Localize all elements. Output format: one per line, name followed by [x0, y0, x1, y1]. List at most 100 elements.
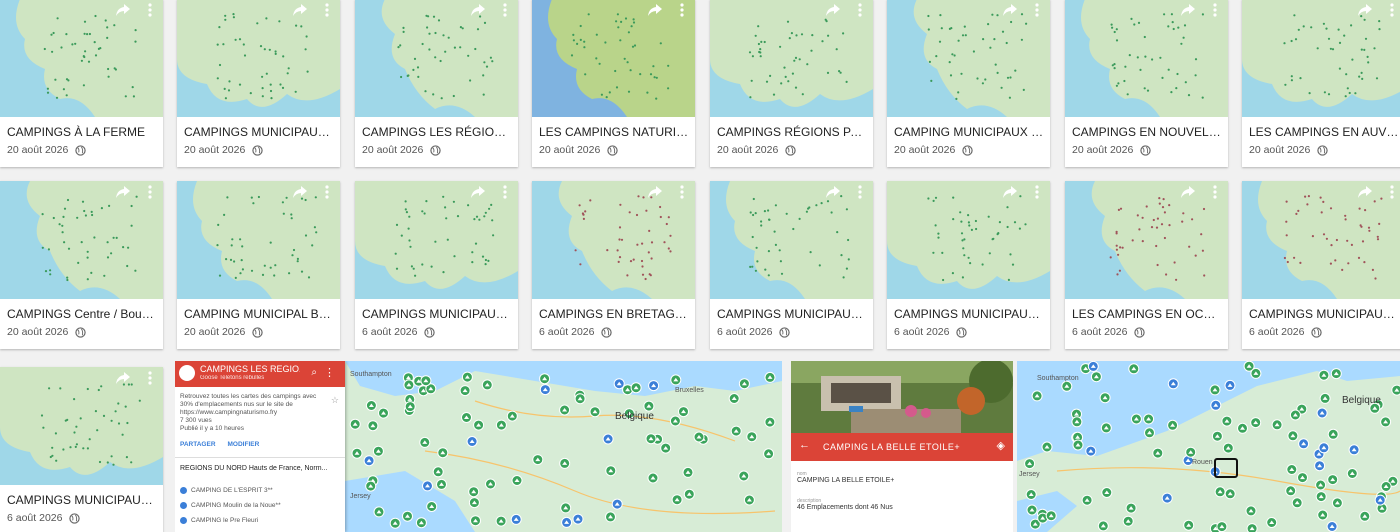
more-options-icon[interactable] — [1212, 184, 1218, 200]
map-thumbnail[interactable] — [0, 367, 163, 485]
more-options-icon[interactable] — [502, 184, 508, 200]
list-item[interactable]: CAMPING DE L'ESPRIT 3** — [180, 483, 281, 498]
map-thumbnail[interactable] — [1065, 181, 1228, 299]
share-icon[interactable] — [292, 3, 308, 17]
map-card[interactable]: CAMPINGS À LA FERME 20 août 2026 — [0, 0, 163, 167]
share-icon[interactable] — [647, 3, 663, 17]
map-thumbnail[interactable] — [177, 0, 340, 117]
map-thumbnail[interactable] — [532, 0, 695, 117]
directions-icon[interactable]: ◈ — [997, 439, 1005, 452]
map-thumbnail[interactable] — [0, 181, 163, 299]
more-options-icon[interactable] — [324, 184, 330, 200]
map-title[interactable]: LES CAMPINGS NATURIST... — [539, 125, 689, 139]
share-icon[interactable] — [115, 3, 131, 17]
map-thumbnail[interactable] — [1242, 181, 1400, 299]
map-thumbnail[interactable] — [1065, 0, 1228, 117]
map-card[interactable]: LES CAMPINGS NATURIST... 20 août 2026 — [532, 0, 695, 167]
more-options-icon[interactable] — [147, 184, 153, 200]
share-icon[interactable] — [115, 185, 131, 199]
regional-map-screenshot[interactable]: Southampton Belgique Jersey Rouen — [1017, 361, 1400, 532]
map-card[interactable]: CAMPINGS MUNICIPAUX A... 6 août 2026 — [887, 181, 1050, 349]
list-item[interactable]: CAMPING Moulin de la Noue** — [180, 498, 281, 513]
share-icon[interactable] — [115, 371, 131, 385]
map-title[interactable]: CAMPINGS MUNICIPAUX P... — [7, 493, 157, 507]
layer-section-title[interactable]: REGIONS DU NORD Hauts de France, Norm... — [180, 465, 340, 472]
share-icon[interactable] — [292, 185, 308, 199]
more-options-icon[interactable] — [857, 184, 863, 200]
map-title[interactable]: CAMPINGS EN NOUVELLE- ... — [1072, 125, 1222, 139]
map-marker — [987, 23, 990, 26]
map-thumbnail[interactable] — [710, 181, 873, 299]
map-thumbnail[interactable] — [355, 0, 518, 117]
map-thumbnail[interactable] — [177, 181, 340, 299]
map-thumbnail[interactable] — [532, 181, 695, 299]
map-title[interactable]: CAMPINGS MUNICIPAUX C... — [717, 307, 867, 321]
more-options-icon[interactable] — [679, 2, 685, 18]
more-options-icon[interactable] — [857, 2, 863, 18]
more-options-icon[interactable] — [679, 184, 685, 200]
more-options-icon[interactable] — [147, 370, 153, 386]
more-icon[interactable]: ⋮ — [324, 366, 335, 379]
share-icon[interactable] — [1002, 3, 1018, 17]
map-thumbnail[interactable] — [355, 181, 518, 299]
map-card[interactable]: CAMPINGS EN BRETAGNE ... 6 août 2026 — [532, 181, 695, 349]
share-icon[interactable] — [1002, 185, 1018, 199]
map-title[interactable]: LES CAMPINGS EN OCCITA... — [1072, 307, 1222, 321]
map-title[interactable]: CAMPING MUNICIPAL BRE... — [184, 307, 334, 321]
map-card[interactable]: CAMPING MUNICIPAUX OC... 20 août 2026 — [887, 0, 1050, 167]
map-card[interactable]: CAMPINGS EN NOUVELLE- ... 20 août 2026 — [1065, 0, 1228, 167]
share-icon[interactable] — [647, 185, 663, 199]
map-card[interactable]: CAMPINGS Centre / Bourgo... 20 août 2026 — [0, 181, 163, 349]
place-detail-screenshot[interactable]: ← CAMPING LA BELLE ETOILE+ ◈ nom CAMPING… — [791, 361, 1013, 532]
share-icon[interactable] — [1180, 3, 1196, 17]
more-options-icon[interactable] — [502, 2, 508, 18]
share-button[interactable]: PARTAGER — [180, 441, 216, 448]
map-title[interactable]: CAMPINGS MUNICIPAUX N... — [1249, 307, 1399, 321]
more-options-icon[interactable] — [1212, 2, 1218, 18]
map-card[interactable]: CAMPINGS MUNICIPAUX E... 6 août 2026 — [355, 181, 518, 349]
more-options-icon[interactable] — [324, 2, 330, 18]
star-icon[interactable]: ☆ — [331, 395, 339, 406]
map-title[interactable]: CAMPINGS RÉGIONS PACA... — [717, 125, 867, 139]
share-icon[interactable] — [825, 185, 841, 199]
map-thumbnail[interactable] — [1242, 0, 1400, 117]
map-card[interactable]: CAMPING MUNICIPAL BRE... 20 août 2026 — [177, 181, 340, 349]
list-item[interactable]: CAMPING le Pre Fleuri — [180, 513, 281, 528]
map-card[interactable]: CAMPINGS MUNICIPAUX N... 6 août 2026 — [1242, 181, 1400, 349]
phone-map-screenshot[interactable]: CAMPINGS LES REGIO... Goose Teletons reb… — [175, 361, 782, 532]
more-options-icon[interactable] — [1034, 2, 1040, 18]
map-title[interactable]: LES CAMPINGS EN AUVER... — [1249, 125, 1399, 139]
map-thumbnail[interactable] — [0, 0, 163, 117]
map-title[interactable]: CAMPING MUNICIPAUX OC... — [894, 125, 1044, 139]
more-options-icon[interactable] — [1389, 2, 1395, 18]
map-card[interactable]: LES CAMPINGS EN OCCITA... 6 août 2026 — [1065, 181, 1228, 349]
share-icon[interactable] — [1180, 185, 1196, 199]
more-options-icon[interactable] — [147, 2, 153, 18]
map-title[interactable]: CAMPINGS Centre / Bourgo... — [7, 307, 157, 321]
more-options-icon[interactable] — [1389, 184, 1395, 200]
back-arrow-icon[interactable]: ← — [799, 439, 810, 451]
more-options-icon[interactable] — [1034, 184, 1040, 200]
share-icon[interactable] — [470, 3, 486, 17]
share-icon[interactable] — [825, 3, 841, 17]
map-title[interactable]: CAMPINGS À LA FERME — [7, 125, 157, 139]
map-title[interactable]: CAMPINGS LES RÉGIONS ... — [362, 125, 512, 139]
map-card[interactable]: CAMPINGS RÉGIONS PACA... 20 août 2026 — [710, 0, 873, 167]
map-title[interactable]: CAMPINGS MUNICIPAUX A... — [894, 307, 1044, 321]
share-icon[interactable] — [1357, 185, 1373, 199]
map-card[interactable]: LES CAMPINGS EN AUVER... 20 août 2026 — [1242, 0, 1400, 167]
map-card[interactable]: CAMPINGS MUNICIPAUX R... 20 août 2026 — [177, 0, 340, 167]
map-title[interactable]: CAMPINGS EN BRETAGNE ... — [539, 307, 689, 321]
map-title[interactable]: CAMPINGS MUNICIPAUX E... — [362, 307, 512, 321]
map-card[interactable]: CAMPINGS MUNICIPAUX C... 6 août 2026 — [710, 181, 873, 349]
search-icon[interactable]: ⌕ — [311, 367, 317, 378]
map-thumbnail[interactable] — [887, 0, 1050, 117]
map-title[interactable]: CAMPINGS MUNICIPAUX R... — [184, 125, 334, 139]
map-thumbnail[interactable] — [887, 181, 1050, 299]
edit-button[interactable]: MODIFIER — [228, 441, 260, 448]
map-card[interactable]: CAMPINGS MUNICIPAUX P... 6 août 2026 — [0, 367, 163, 532]
map-card[interactable]: CAMPINGS LES RÉGIONS ... 20 août 2026 — [355, 0, 518, 167]
share-icon[interactable] — [1357, 3, 1373, 17]
share-icon[interactable] — [470, 185, 486, 199]
map-thumbnail[interactable] — [710, 0, 873, 117]
